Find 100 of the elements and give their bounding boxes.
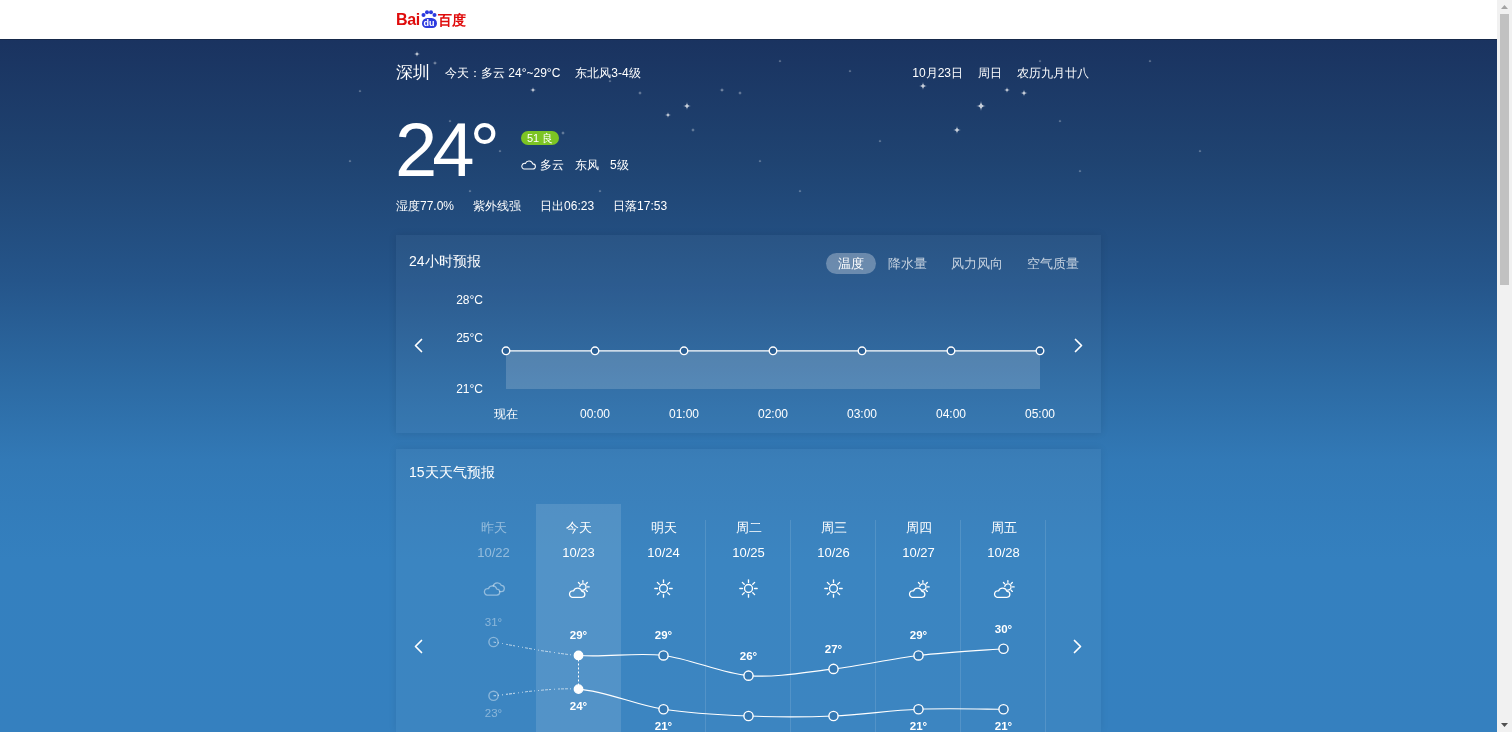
temperature-label: 29° <box>654 629 673 642</box>
wind-forecast: 东北风3-4级 <box>575 65 641 81</box>
clouds-icon <box>482 581 505 596</box>
sun-cloud-icon <box>567 579 590 598</box>
day-column[interactable]: 昨天 10/22 <box>451 504 536 599</box>
tab[interactable]: 空气质量 <box>1015 253 1091 274</box>
forecast-summary: 今天：多云 24°~29°C <box>445 65 561 81</box>
weekday-label: 周四 <box>905 520 932 536</box>
wind-direction: 东风 <box>574 157 599 173</box>
day-column[interactable]: 周五 10/28 <box>961 504 1046 599</box>
data-point <box>743 710 754 722</box>
weekday-label: 今天 <box>565 520 592 536</box>
current-temperature: 24° <box>395 112 497 188</box>
data-point <box>658 703 669 715</box>
weekday-label: 周三 <box>820 520 847 536</box>
date-label: 10/27 <box>902 545 935 561</box>
cloud-icon <box>520 160 536 170</box>
tab[interactable]: 风力风向 <box>939 253 1015 274</box>
sun-icon <box>739 579 758 598</box>
data-point <box>998 643 1009 655</box>
weekday-text: 周日 <box>978 65 1002 81</box>
data-point <box>857 346 867 356</box>
condition-text: 多云 <box>539 157 564 173</box>
axis-label: 现在 <box>494 407 518 421</box>
tab[interactable]: 降水量 <box>876 253 939 274</box>
temperature-label: 21° <box>909 720 928 732</box>
data-point <box>679 346 689 356</box>
axis-label: 28°C <box>456 293 483 307</box>
data-point <box>913 650 924 661</box>
date-label: 10/26 <box>817 545 850 561</box>
chevron-right-icon[interactable] <box>1072 639 1083 654</box>
data-point <box>573 650 584 661</box>
lunar-date: 农历九月廿八 <box>1017 65 1089 81</box>
data-point <box>488 636 499 648</box>
wind-level: 5级 <box>609 157 629 173</box>
temperature-label: 29° <box>569 629 588 642</box>
weekday-label: 周五 <box>990 520 1017 536</box>
day-column[interactable]: 明天 10/24 <box>621 504 706 599</box>
data-point <box>913 703 924 715</box>
axis-label: 04:00 <box>936 407 966 421</box>
temperature-label: 24° <box>569 700 588 713</box>
sun-icon <box>824 579 843 598</box>
day-column[interactable]: 今天 10/23 <box>536 504 621 599</box>
data-point <box>828 710 839 722</box>
data-point <box>1035 346 1045 356</box>
section-title: 24小时预报 <box>409 252 481 270</box>
chevron-right-icon[interactable] <box>1073 338 1084 353</box>
axis-label: 01:00 <box>669 407 699 421</box>
sun-icon <box>654 579 673 598</box>
axis-label: 25°C <box>456 331 483 346</box>
data-point <box>573 684 584 694</box>
date-label: 10/28 <box>987 545 1020 561</box>
axis-label: 00:00 <box>580 407 610 421</box>
data-point <box>743 670 754 681</box>
data-point <box>828 663 839 675</box>
temperature-label: 21° <box>654 720 673 732</box>
air-quality-badge: 51 良 <box>520 131 560 145</box>
weather-detail: 湿度77.0% <box>396 198 455 214</box>
date-label: 10/24 <box>647 545 680 561</box>
data-point <box>501 346 511 356</box>
date-text: 10月23日 <box>912 65 963 81</box>
day-column[interactable]: 周三 10/26 <box>791 504 876 599</box>
tab[interactable]: 温度 <box>826 253 876 274</box>
day-column[interactable]: 周四 10/27 <box>876 504 961 599</box>
temperature-label: 26° <box>739 649 758 662</box>
data-point <box>590 346 600 356</box>
date-label: 10/22 <box>477 545 510 561</box>
axis-label: 03:00 <box>847 407 877 421</box>
scroll-up-icon[interactable] <box>1501 5 1508 9</box>
chevron-left-icon[interactable] <box>413 639 424 654</box>
axis-label: 05:00 <box>1025 407 1055 421</box>
temperature-label: 30° <box>994 622 1013 635</box>
sun-cloud-icon <box>907 579 930 598</box>
date-label: 10/23 <box>562 545 595 561</box>
city-name: 深圳 <box>396 63 430 83</box>
day-column[interactable]: 周二 10/25 <box>706 504 791 599</box>
axis-label: 21°C <box>456 382 483 396</box>
data-point <box>946 346 956 356</box>
temperature-label: 23° <box>484 706 503 719</box>
axis-label: 02:00 <box>758 407 788 421</box>
sun-cloud-icon <box>992 579 1015 598</box>
weekday-label: 周二 <box>735 520 762 536</box>
weekday-label: 明天 <box>650 520 677 536</box>
temperature-label: 31° <box>484 616 503 628</box>
scrollbar-track[interactable] <box>1497 0 1512 732</box>
data-point <box>488 690 499 702</box>
scroll-down-icon[interactable] <box>1501 723 1508 727</box>
section-title: 15天天气预报 <box>409 463 495 481</box>
weather-detail: 日出06:23 <box>540 198 595 214</box>
temperature-label: 27° <box>824 642 843 655</box>
temperature-label: 21° <box>994 720 1013 732</box>
weather-detail: 日落17:53 <box>613 198 668 214</box>
weather-detail: 紫外线强 <box>473 198 522 214</box>
data-point <box>658 650 669 661</box>
data-point <box>768 346 778 356</box>
scrollbar-thumb[interactable] <box>1500 14 1509 285</box>
date-label: 10/25 <box>732 545 765 561</box>
chevron-left-icon[interactable] <box>413 338 424 353</box>
data-point <box>998 703 1009 715</box>
logo[interactable]: Bai du 百度 <box>396 10 466 29</box>
